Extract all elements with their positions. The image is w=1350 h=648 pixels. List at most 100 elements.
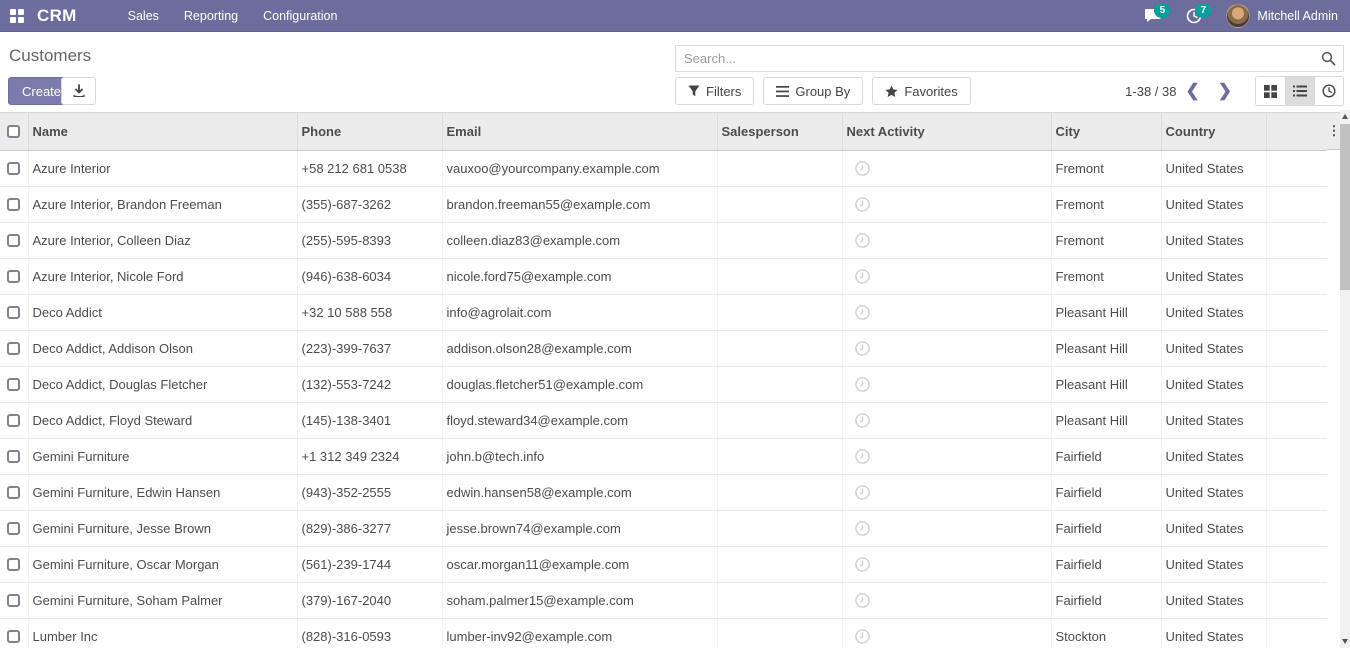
next-activity-clock-icon[interactable] [855, 161, 870, 176]
column-header-name[interactable]: Name [28, 113, 297, 151]
table-row[interactable]: Gemini Furniture, Jesse Brown(829)-386-3… [0, 511, 1327, 547]
cell-email[interactable]: lumber-inv92@example.com [442, 619, 717, 648]
cell-country[interactable]: United States [1161, 367, 1266, 403]
cell-email[interactable]: douglas.fletcher51@example.com [442, 367, 717, 403]
row-checkbox[interactable] [7, 270, 20, 283]
next-activity-clock-icon[interactable] [855, 377, 870, 392]
cell-country[interactable]: United States [1161, 331, 1266, 367]
next-activity-clock-icon[interactable] [855, 341, 870, 356]
cell-activity[interactable] [842, 475, 1051, 511]
cell-activity[interactable] [842, 583, 1051, 619]
cell-name[interactable]: Azure Interior, Nicole Ford [28, 259, 297, 295]
cell-country[interactable]: United States [1161, 295, 1266, 331]
cell-city[interactable]: Fairfield [1051, 511, 1161, 547]
cell-city[interactable]: Fairfield [1051, 475, 1161, 511]
cell-salesperson[interactable] [717, 187, 842, 223]
cell-name[interactable]: Deco Addict, Floyd Steward [28, 403, 297, 439]
row-checkbox[interactable] [7, 162, 20, 175]
cell-salesperson[interactable] [717, 331, 842, 367]
cell-name[interactable]: Azure Interior [28, 151, 297, 187]
cell-activity[interactable] [842, 187, 1051, 223]
search-icon[interactable] [1321, 51, 1336, 66]
select-all-checkbox[interactable] [7, 125, 20, 138]
kanban-view-button[interactable] [1256, 77, 1285, 105]
cell-city[interactable]: Fremont [1051, 223, 1161, 259]
user-avatar[interactable] [1226, 4, 1250, 28]
row-checkbox[interactable] [7, 558, 20, 571]
table-row[interactable]: Deco Addict, Douglas Fletcher(132)-553-7… [0, 367, 1327, 403]
table-row[interactable]: Gemini Furniture, Edwin Hansen(943)-352-… [0, 475, 1327, 511]
row-checkbox[interactable] [7, 414, 20, 427]
table-row[interactable]: Azure Interior, Nicole Ford(946)-638-603… [0, 259, 1327, 295]
cell-phone[interactable]: (829)-386-3277 [297, 511, 442, 547]
cell-city[interactable]: Fairfield [1051, 439, 1161, 475]
cell-name[interactable]: Gemini Furniture [28, 439, 297, 475]
table-row[interactable]: Gemini Furniture, Oscar Morgan(561)-239-… [0, 547, 1327, 583]
cell-activity[interactable] [842, 439, 1051, 475]
cell-name[interactable]: Deco Addict, Douglas Fletcher [28, 367, 297, 403]
cell-phone[interactable]: (255)-595-8393 [297, 223, 442, 259]
export-button[interactable] [61, 77, 96, 105]
cell-country[interactable]: United States [1161, 187, 1266, 223]
column-header-phone[interactable]: Phone [297, 113, 442, 151]
messages-button[interactable]: 5 [1145, 8, 1162, 23]
row-checkbox[interactable] [7, 306, 20, 319]
cell-country[interactable]: United States [1161, 547, 1266, 583]
cell-city[interactable]: Fremont [1051, 151, 1161, 187]
search-input[interactable] [676, 46, 1343, 71]
table-row[interactable]: Lumber Inc(828)-316-0593lumber-inv92@exa… [0, 619, 1327, 648]
cell-city[interactable]: Stockton [1051, 619, 1161, 648]
list-view-button[interactable] [1285, 77, 1314, 105]
row-checkbox[interactable] [7, 594, 20, 607]
row-checkbox[interactable] [7, 522, 20, 535]
next-activity-clock-icon[interactable] [855, 521, 870, 536]
cell-email[interactable]: info@agrolait.com [442, 295, 717, 331]
cell-activity[interactable] [842, 619, 1051, 648]
cell-activity[interactable] [842, 511, 1051, 547]
column-header-next-activity[interactable]: Next Activity [842, 113, 1051, 151]
cell-activity[interactable] [842, 223, 1051, 259]
table-row[interactable]: Deco Addict, Floyd Steward(145)-138-3401… [0, 403, 1327, 439]
column-header-email[interactable]: Email [442, 113, 717, 151]
cell-salesperson[interactable] [717, 439, 842, 475]
cell-city[interactable]: Pleasant Hill [1051, 403, 1161, 439]
cell-country[interactable]: United States [1161, 403, 1266, 439]
cell-activity[interactable] [842, 259, 1051, 295]
cell-country[interactable]: United States [1161, 583, 1266, 619]
table-row[interactable]: Gemini Furniture+1 312 349 2324john.b@te… [0, 439, 1327, 475]
cell-name[interactable]: Gemini Furniture, Jesse Brown [28, 511, 297, 547]
cell-city[interactable]: Pleasant Hill [1051, 331, 1161, 367]
menu-configuration[interactable]: Configuration [263, 7, 337, 25]
next-activity-clock-icon[interactable] [855, 233, 870, 248]
cell-email[interactable]: brandon.freeman55@example.com [442, 187, 717, 223]
cell-activity[interactable] [842, 295, 1051, 331]
next-activity-clock-icon[interactable] [855, 197, 870, 212]
next-activity-clock-icon[interactable] [855, 593, 870, 608]
cell-phone[interactable]: (828)-316-0593 [297, 619, 442, 648]
cell-salesperson[interactable] [717, 583, 842, 619]
cell-phone[interactable]: (132)-553-7242 [297, 367, 442, 403]
cell-name[interactable]: Azure Interior, Brandon Freeman [28, 187, 297, 223]
cell-phone[interactable]: (379)-167-2040 [297, 583, 442, 619]
cell-salesperson[interactable] [717, 547, 842, 583]
cell-salesperson[interactable] [717, 367, 842, 403]
cell-phone[interactable]: (355)-687-3262 [297, 187, 442, 223]
column-header-city[interactable]: City [1051, 113, 1161, 151]
menu-reporting[interactable]: Reporting [184, 7, 238, 25]
cell-name[interactable]: Azure Interior, Colleen Diaz [28, 223, 297, 259]
scroll-down-arrow[interactable] [1342, 639, 1348, 644]
vertical-scrollbar[interactable] [1340, 110, 1350, 648]
cell-activity[interactable] [842, 403, 1051, 439]
optional-columns-toggle[interactable]: ⋮ [1327, 112, 1341, 150]
next-activity-clock-icon[interactable] [855, 449, 870, 464]
row-checkbox[interactable] [7, 630, 20, 643]
user-name[interactable]: Mitchell Admin [1257, 9, 1338, 23]
cell-salesperson[interactable] [717, 295, 842, 331]
next-activity-clock-icon[interactable] [855, 485, 870, 500]
next-activity-clock-icon[interactable] [855, 305, 870, 320]
menu-sales[interactable]: Sales [128, 7, 159, 25]
cell-activity[interactable] [842, 547, 1051, 583]
cell-country[interactable]: United States [1161, 259, 1266, 295]
activities-button[interactable]: 7 [1186, 8, 1202, 24]
activity-view-button[interactable] [1314, 77, 1343, 105]
